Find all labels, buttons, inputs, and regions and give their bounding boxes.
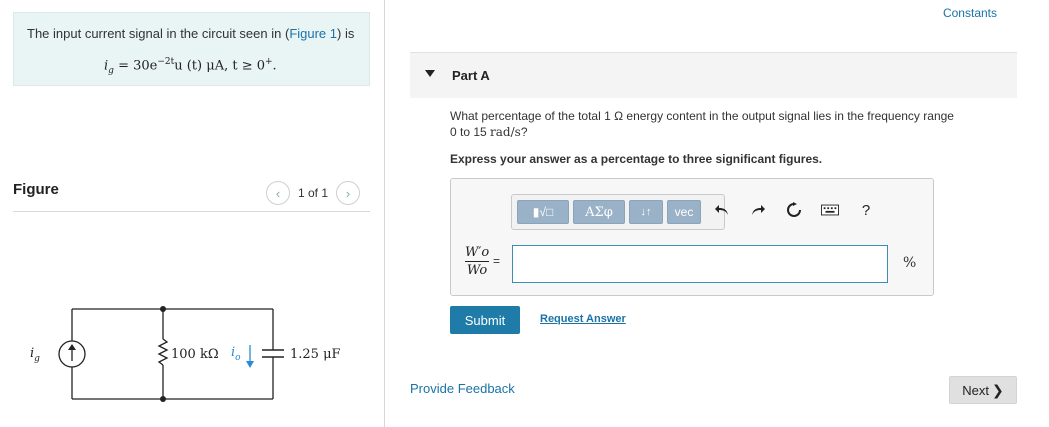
chevron-left-icon: ‹ xyxy=(275,185,281,201)
prev-figure-button[interactable]: ‹ xyxy=(266,181,290,205)
templates-button[interactable]: ▮√□ xyxy=(517,200,569,224)
vector-button[interactable]: vec xyxy=(667,200,701,224)
next-figure-button[interactable]: › xyxy=(336,181,361,205)
part-title: Part A xyxy=(452,68,490,83)
question-text: What percentage of the total 1 Ω energy … xyxy=(450,109,954,139)
editor-actions: ? xyxy=(713,201,875,219)
constants-link[interactable]: Constants xyxy=(943,6,997,20)
answer-input[interactable] xyxy=(512,245,888,283)
chevron-right-icon: › xyxy=(345,185,351,201)
subscript-superscript-button[interactable]: ↓↑ xyxy=(629,200,663,224)
collapse-triangle-icon xyxy=(425,70,435,77)
figure-divider xyxy=(13,211,370,212)
answer-instruction: Express your answer as a percentage to t… xyxy=(450,152,823,166)
input-equation: ig = 30e−2tu (t) μA, t ≥ 0+. xyxy=(104,57,277,76)
chevron-right-icon: ❯ xyxy=(992,381,1004,398)
problem-statement: The input current signal in the circuit … xyxy=(13,12,370,86)
undo-icon[interactable] xyxy=(713,201,731,219)
help-icon[interactable]: ? xyxy=(857,201,875,219)
figure-pager: ‹ 1 of 1 › xyxy=(266,181,361,205)
panel-divider xyxy=(384,0,385,427)
resistor xyxy=(157,338,169,366)
figure-heading: Figure xyxy=(13,181,59,198)
capacitor-label: 1.25 μF xyxy=(290,347,341,362)
part-a-header[interactable]: Part A xyxy=(410,52,1017,98)
provide-feedback-link[interactable]: Provide Feedback xyxy=(410,381,515,396)
request-answer-link[interactable]: Request Answer xyxy=(540,313,626,325)
resistor-label: 100 kΩ xyxy=(171,347,219,362)
svg-text:ig: ig xyxy=(30,346,40,364)
figure-link[interactable]: Figure 1 xyxy=(289,26,337,41)
keyboard-icon[interactable] xyxy=(821,201,839,219)
redo-icon[interactable] xyxy=(749,201,767,219)
circuit-diagram: ig 100 kΩ io 1.25 μF xyxy=(30,306,341,402)
submit-button[interactable]: Submit xyxy=(450,306,520,334)
pager-count: 1 of 1 xyxy=(298,186,329,200)
unit-label: % xyxy=(903,255,917,271)
greek-symbols-button[interactable]: ΑΣφ xyxy=(573,200,625,224)
svg-text:io: io xyxy=(231,345,241,363)
answer-area: ▮√□ ΑΣφ ↓↑ vec ? W′o Wo = % xyxy=(450,178,934,296)
next-button[interactable]: Next ❯ xyxy=(949,376,1017,404)
reset-icon[interactable] xyxy=(785,201,803,219)
answer-variable: W′o Wo xyxy=(465,245,490,278)
equals-sign: = xyxy=(493,254,501,268)
math-toolbar: ▮√□ ΑΣφ ↓↑ vec xyxy=(511,194,725,230)
problem-text: The input current signal in the circuit … xyxy=(27,26,355,41)
